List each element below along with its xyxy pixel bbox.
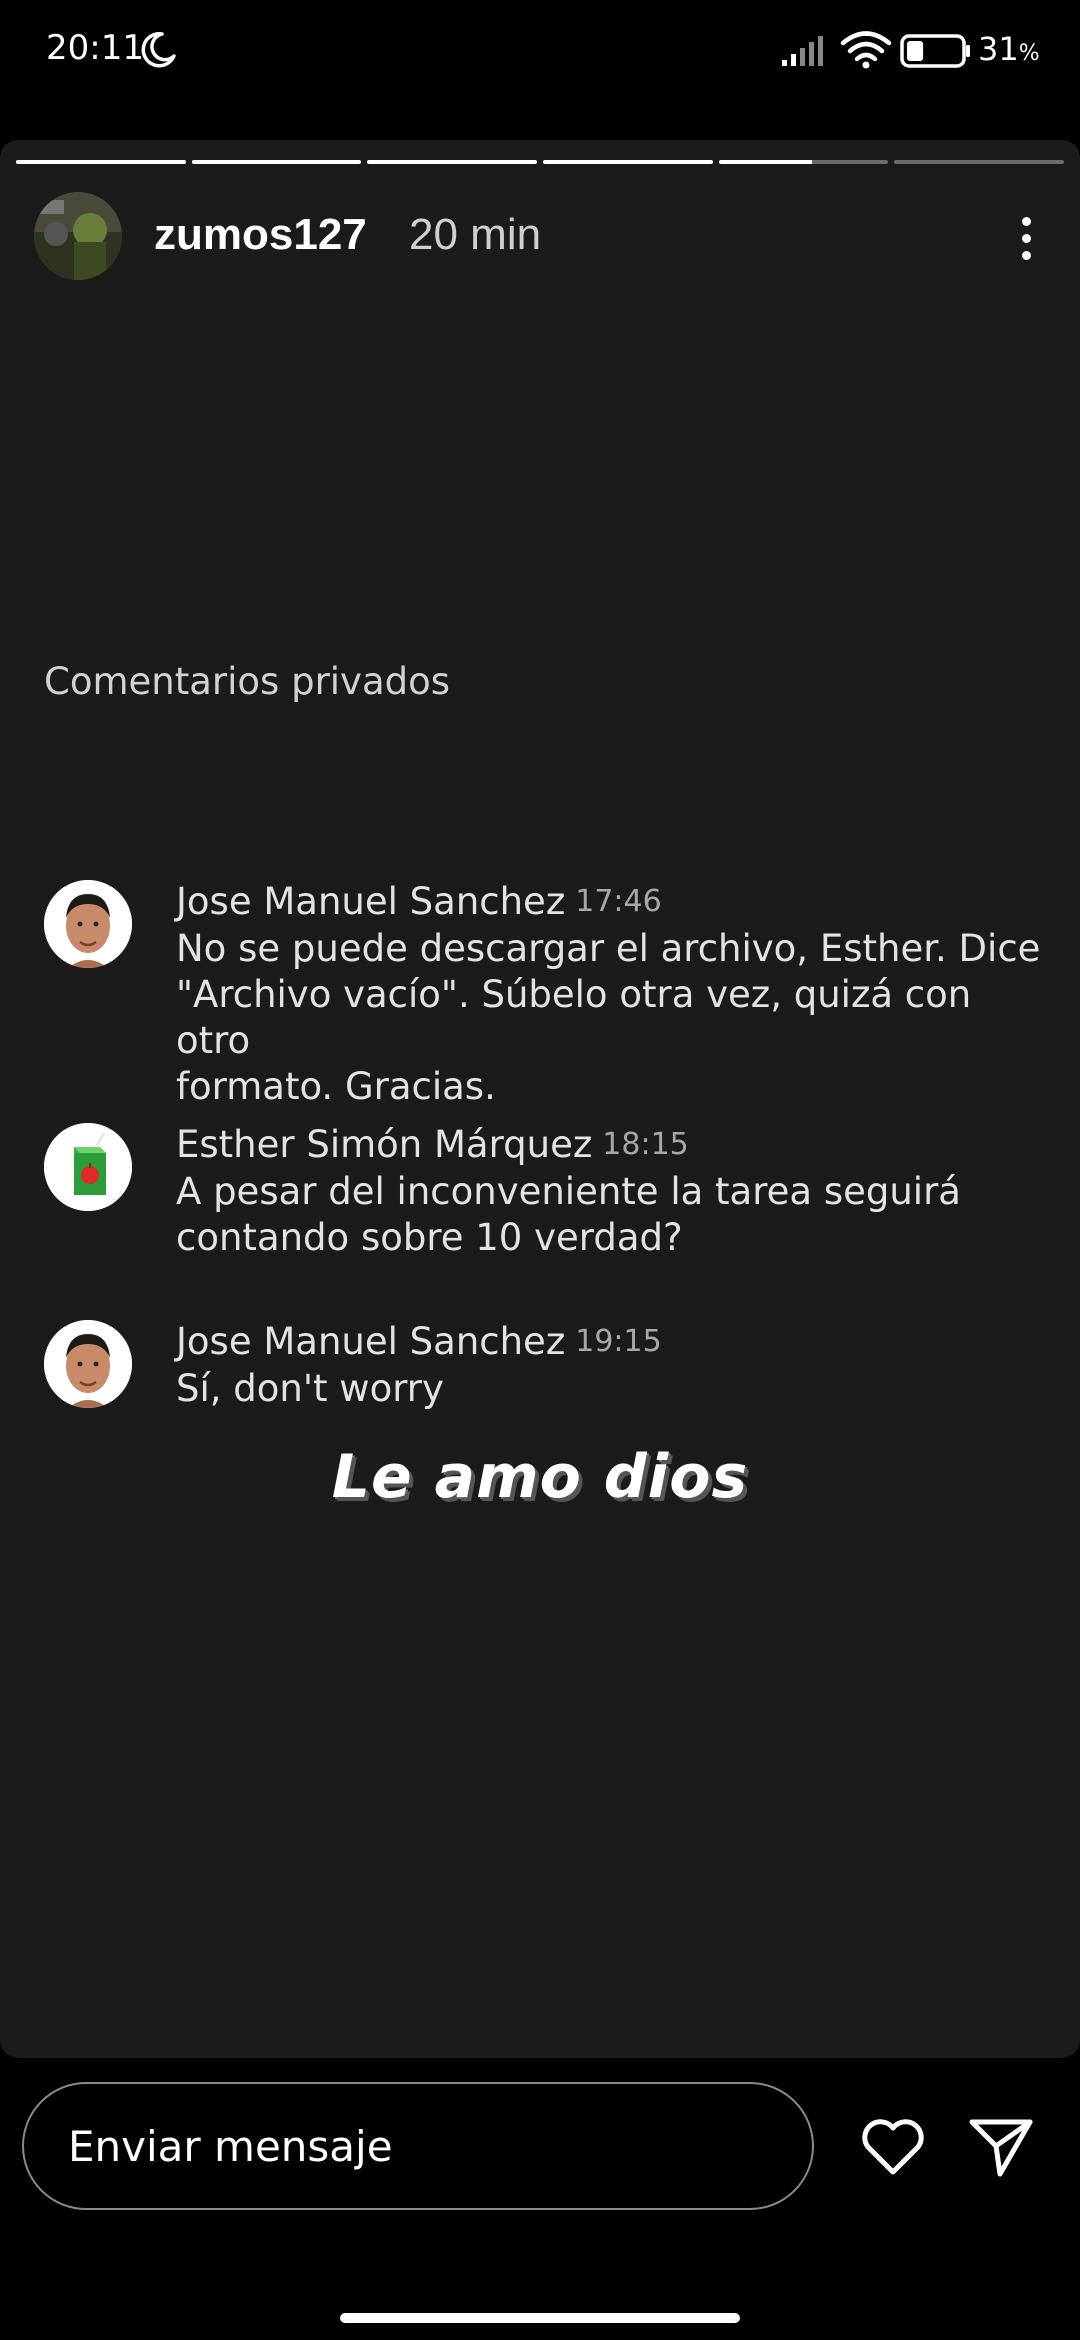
story-progress-fill bbox=[16, 160, 186, 164]
comment-time: 18:15 bbox=[602, 1127, 689, 1162]
battery-icon bbox=[900, 34, 970, 68]
comment-author[interactable]: Jose Manuel Sanchez bbox=[176, 880, 565, 923]
comment-body: Jose Manuel Sanchez 17:46 No se puede des… bbox=[176, 880, 1056, 1110]
vertical-ellipsis-dot bbox=[1021, 233, 1031, 243]
comment-author[interactable]: Jose Manuel Sanchez bbox=[176, 1320, 565, 1363]
story-progress-segment bbox=[543, 160, 713, 164]
story-progress-segment bbox=[191, 160, 362, 164]
person-avatar bbox=[44, 1320, 132, 1408]
status-time: 20:11 bbox=[46, 28, 144, 68]
battery-percent: 31% bbox=[978, 30, 1040, 68]
signal-icon bbox=[782, 36, 823, 66]
vertical-ellipsis-icon bbox=[1021, 216, 1031, 226]
comment-time: 19:15 bbox=[575, 1324, 662, 1359]
comment-body: Jose Manuel Sanchez 19:15 Sí, don't worry bbox=[176, 1320, 1056, 1412]
comment-time: 17:46 bbox=[575, 884, 662, 919]
comment-author[interactable]: Esther Simón Márquez bbox=[176, 1123, 592, 1166]
comment-text: A pesar del inconveniente la tarea segui… bbox=[176, 1170, 961, 1259]
home-indicator[interactable] bbox=[340, 2313, 740, 2323]
comment-body: Esther Simón Márquez 18:15 A pesar del in… bbox=[176, 1123, 1056, 1261]
story-header: zumos127 20 min bbox=[34, 192, 1046, 282]
story-progress-fill bbox=[543, 160, 713, 164]
story-progress-segment bbox=[718, 160, 889, 164]
person-avatar bbox=[44, 880, 132, 968]
moon-icon bbox=[141, 32, 176, 68]
send-icon[interactable] bbox=[966, 2110, 1036, 2180]
comment-author-line: Jose Manuel Sanchez 17:46 bbox=[176, 880, 1056, 924]
story-progress-segment bbox=[367, 160, 538, 164]
story-progress-segment bbox=[16, 160, 186, 164]
story-caption: Le amo dios bbox=[331, 1442, 749, 1512]
comment-author-line: Esther Simón Márquez 18:15 bbox=[176, 1123, 1056, 1167]
story-progress-fill bbox=[718, 160, 812, 164]
comments-title: Comentarios privados bbox=[44, 660, 451, 703]
wifi-icon bbox=[840, 31, 892, 69]
status-bar: 20:11 31% bbox=[0, 0, 1080, 100]
story-progress-bar bbox=[16, 160, 1065, 164]
story-progress-fill bbox=[191, 160, 362, 164]
message-input[interactable] bbox=[22, 2082, 814, 2210]
heart-icon[interactable] bbox=[858, 2112, 928, 2182]
comment-author-line: Jose Manuel Sanchez 19:15 bbox=[176, 1320, 1056, 1364]
story-progress-fill bbox=[367, 160, 538, 164]
story-progress-segment bbox=[894, 160, 1065, 164]
story-username[interactable]: zumos127 bbox=[154, 210, 367, 260]
vertical-ellipsis-dot bbox=[1021, 250, 1031, 260]
comment-text: No se puede descargar el archivo, Esther… bbox=[176, 927, 1041, 1108]
screen: 20:11 31% zumos127 20 min Comentarios pr… bbox=[0, 0, 1080, 2340]
story-time: 20 min bbox=[409, 210, 542, 259]
juice-box-avatar bbox=[44, 1123, 132, 1211]
more-options-button[interactable] bbox=[1006, 198, 1046, 278]
avatar[interactable] bbox=[34, 192, 122, 280]
comment-text: Sí, don't worry bbox=[176, 1367, 444, 1410]
